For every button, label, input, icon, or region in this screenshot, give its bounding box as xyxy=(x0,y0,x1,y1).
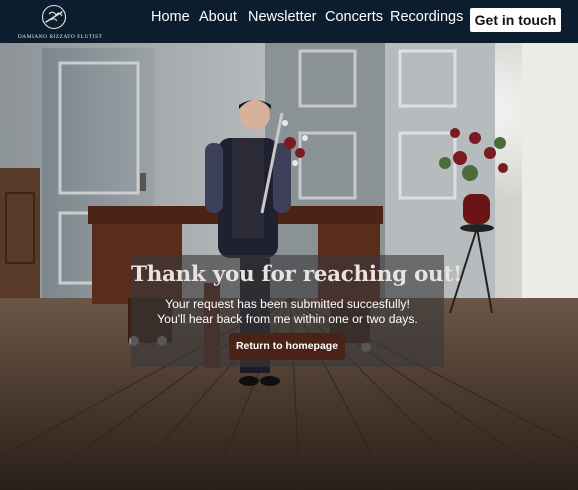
return-to-homepage-button[interactable]: Return to homepage xyxy=(229,333,345,360)
thank-you-panel: Thank you for reaching out! Your request… xyxy=(131,255,463,367)
nav-link-newsletter[interactable]: Newsletter xyxy=(248,9,317,25)
nav-link-recordings[interactable]: Recordings xyxy=(390,9,463,25)
thank-you-heading: Thank you for reaching out! xyxy=(131,262,463,287)
submission-confirmation-text: Your request has been submitted succesfu… xyxy=(165,297,410,311)
site-logo[interactable]: DAMIANO RIZZATO FLUTIST xyxy=(10,4,110,42)
bird-and-flute-icon xyxy=(41,4,67,30)
response-time-text: You'll hear back from me within one or t… xyxy=(157,312,418,326)
nav-link-about[interactable]: About xyxy=(199,9,237,25)
hero-section: Thank you for reaching out! Your request… xyxy=(0,43,578,490)
top-navbar: DAMIANO RIZZATO FLUTIST Home About Newsl… xyxy=(0,0,578,43)
nav-link-home[interactable]: Home xyxy=(151,9,190,25)
logo-wordmark: DAMIANO RIZZATO FLUTIST xyxy=(17,34,103,40)
nav-link-concerts[interactable]: Concerts xyxy=(325,9,383,25)
get-in-touch-button[interactable]: Get in touch xyxy=(470,8,561,32)
